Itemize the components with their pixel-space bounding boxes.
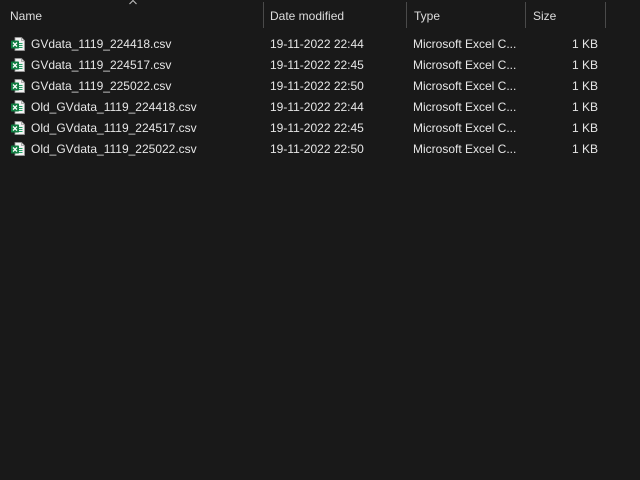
- file-date-modified: 19-11-2022 22:45: [270, 58, 364, 72]
- file-date-modified: 19-11-2022 22:50: [270, 79, 364, 93]
- file-type: Microsoft Excel C...: [413, 79, 517, 93]
- file-list-pane: Name Date modified Type Size GVdata_1119…: [0, 0, 640, 480]
- column-header-bar: Name Date modified Type Size: [0, 0, 640, 30]
- excel-csv-icon: [11, 142, 25, 156]
- column-header-type[interactable]: Type: [408, 0, 526, 30]
- column-header-size[interactable]: Size: [527, 0, 605, 30]
- file-row[interactable]: GVdata_1119_224418.csv 19-11-2022 22:44 …: [0, 34, 640, 55]
- excel-csv-icon: [11, 100, 25, 114]
- file-row[interactable]: Old_GVdata_1119_224418.csv 19-11-2022 22…: [0, 97, 640, 118]
- file-name: GVdata_1119_224517.csv: [31, 58, 172, 72]
- file-size: 1 KB: [571, 79, 598, 93]
- column-resize-handle[interactable]: [605, 2, 606, 28]
- file-type: Microsoft Excel C...: [413, 121, 517, 135]
- file-size: 1 KB: [571, 121, 598, 135]
- file-row[interactable]: GVdata_1119_224517.csv 19-11-2022 22:45 …: [0, 55, 640, 76]
- file-type: Microsoft Excel C...: [413, 142, 517, 156]
- column-header-name[interactable]: Name: [4, 0, 264, 30]
- file-type: Microsoft Excel C...: [413, 100, 517, 114]
- excel-csv-icon: [11, 58, 25, 72]
- file-date-modified: 19-11-2022 22:50: [270, 142, 364, 156]
- excel-csv-icon: [11, 37, 25, 51]
- file-date-modified: 19-11-2022 22:44: [270, 37, 364, 51]
- file-row[interactable]: Old_GVdata_1119_224517.csv 19-11-2022 22…: [0, 118, 640, 139]
- file-size: 1 KB: [571, 37, 598, 51]
- column-resize-handle[interactable]: [525, 2, 526, 28]
- excel-csv-icon: [11, 79, 25, 93]
- column-resize-handle[interactable]: [406, 2, 407, 28]
- file-name: Old_GVdata_1119_225022.csv: [31, 142, 197, 156]
- file-name: GVdata_1119_224418.csv: [31, 37, 172, 51]
- file-name: GVdata_1119_225022.csv: [31, 79, 172, 93]
- file-date-modified: 19-11-2022 22:44: [270, 100, 364, 114]
- file-size: 1 KB: [571, 142, 598, 156]
- file-size: 1 KB: [571, 58, 598, 72]
- file-type: Microsoft Excel C...: [413, 58, 517, 72]
- file-type: Microsoft Excel C...: [413, 37, 517, 51]
- file-row[interactable]: GVdata_1119_225022.csv 19-11-2022 22:50 …: [0, 76, 640, 97]
- file-size: 1 KB: [571, 100, 598, 114]
- file-list: GVdata_1119_224418.csv 19-11-2022 22:44 …: [0, 34, 640, 160]
- excel-csv-icon: [11, 121, 25, 135]
- file-date-modified: 19-11-2022 22:45: [270, 121, 364, 135]
- file-row[interactable]: Old_GVdata_1119_225022.csv 19-11-2022 22…: [0, 139, 640, 160]
- column-header-date-modified[interactable]: Date modified: [264, 0, 406, 30]
- file-name: Old_GVdata_1119_224517.csv: [31, 121, 197, 135]
- file-name: Old_GVdata_1119_224418.csv: [31, 100, 197, 114]
